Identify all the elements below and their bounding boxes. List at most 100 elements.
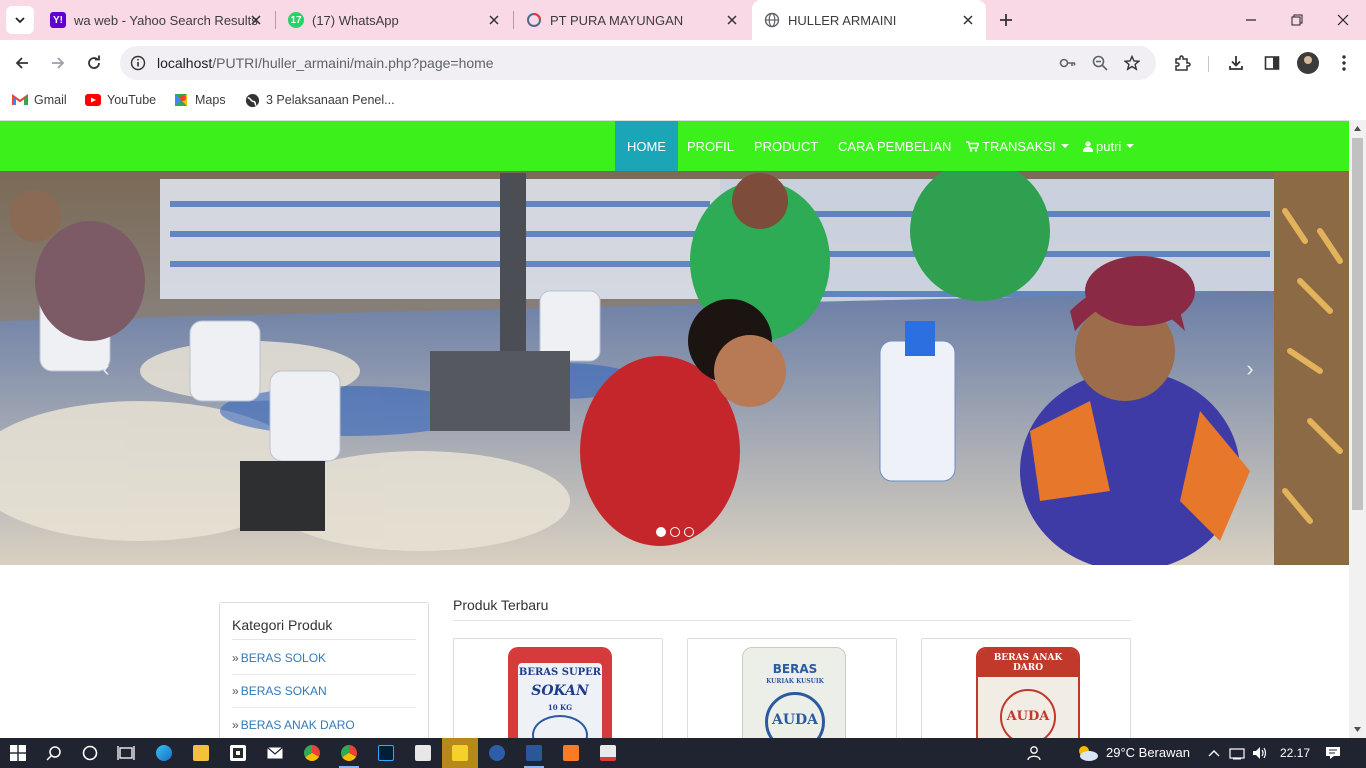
new-tab-button[interactable] xyxy=(996,10,1016,30)
scroll-thumb[interactable] xyxy=(1352,138,1363,510)
tab-title: (17) WhatsApp xyxy=(312,12,399,28)
nav-home[interactable]: HOME xyxy=(615,121,678,171)
taskbar-edge[interactable] xyxy=(146,738,182,768)
weather-cloud-icon[interactable] xyxy=(1074,745,1100,761)
close-tab-icon[interactable] xyxy=(486,12,502,28)
category-link-beras-anak-daro[interactable]: » BERAS ANAK DARO xyxy=(232,708,416,738)
taskbar-store[interactable] xyxy=(220,738,256,768)
task-view-button[interactable] xyxy=(108,738,144,768)
page-viewport: HOME PROFIL PRODUCT CARA PEMBELIAN TRANS… xyxy=(0,120,1349,738)
product-card-kuriak-kusuik[interactable]: BERAS KURIAK KUSUIK AUDA xyxy=(687,638,897,738)
cortana-icon xyxy=(82,745,98,761)
category-link-beras-solok[interactable]: » BERAS SOLOK xyxy=(232,642,416,675)
url-text[interactable]: localhost/PUTRI/huller_armaini/main.php?… xyxy=(157,55,494,71)
download-icon xyxy=(1229,56,1243,70)
windows-logo-icon xyxy=(10,745,26,761)
weather-text[interactable]: 29°C Berawan xyxy=(1106,745,1190,760)
password-key-icon[interactable] xyxy=(1058,53,1078,73)
side-panel-button[interactable] xyxy=(1260,51,1284,75)
bookmark-pelaksanaan[interactable]: 3 Pelaksanaan Penel... xyxy=(244,92,395,108)
start-button[interactable] xyxy=(0,738,36,768)
tab-huller-armaini[interactable]: HULLER ARMAINI xyxy=(752,0,986,40)
minimize-button[interactable] xyxy=(1228,0,1274,40)
folder-icon xyxy=(193,745,209,761)
site-info-icon[interactable] xyxy=(128,53,148,73)
scroll-up-arrow[interactable] xyxy=(1349,120,1366,137)
page-scrollbar[interactable] xyxy=(1349,120,1366,738)
profile-button[interactable] xyxy=(1296,51,1320,75)
bag-brand: AUDA xyxy=(771,712,819,728)
close-tab-icon[interactable] xyxy=(724,12,740,28)
carousel-next-button[interactable]: › xyxy=(1238,356,1262,381)
address-bar[interactable]: localhost/PUTRI/huller_armaini/main.php?… xyxy=(120,46,1156,80)
scroll-down-arrow[interactable] xyxy=(1349,721,1366,738)
restore-button[interactable] xyxy=(1274,0,1320,40)
taskbar-chrome[interactable] xyxy=(294,738,330,768)
carousel-dot-1[interactable] xyxy=(656,527,666,537)
close-tab-icon[interactable] xyxy=(960,12,976,28)
forward-button[interactable] xyxy=(46,51,70,75)
taskbar-clock[interactable]: 22.17 xyxy=(1280,746,1310,760)
carousel-dot-2[interactable] xyxy=(670,527,680,537)
browser-menu-button[interactable] xyxy=(1332,51,1356,75)
product-card-sokan[interactable]: BERAS SUPER SOKAN 10 KG xyxy=(453,638,663,738)
back-button[interactable] xyxy=(10,51,34,75)
divider xyxy=(232,639,416,640)
zoom-icon[interactable] xyxy=(1090,53,1110,73)
globe-icon xyxy=(244,92,260,108)
taskbar-app-blue[interactable] xyxy=(479,738,515,768)
bookmarks-bar: Gmail YouTube Maps 3 Pelaksanaan Penel..… xyxy=(0,86,1366,116)
taskbar-app-red[interactable] xyxy=(590,738,626,768)
close-tab-icon[interactable] xyxy=(248,12,264,28)
tab-pt-pura-mayungan[interactable]: PT PURA MAYUNGAN xyxy=(514,0,750,40)
nav-cara-pembelian[interactable]: CARA PEMBELIAN xyxy=(826,121,963,171)
nav-user-dropdown[interactable]: putri xyxy=(1071,121,1146,171)
carousel-dot-3[interactable] xyxy=(684,527,694,537)
category-link-beras-sokan[interactable]: » BERAS SOKAN xyxy=(232,675,416,708)
nav-profil[interactable]: PROFIL xyxy=(675,121,746,171)
bookmark-star-icon[interactable] xyxy=(1122,53,1142,73)
taskbar-mail[interactable] xyxy=(257,738,293,768)
tab-yahoo-search[interactable]: Y! wa web - Yahoo Search Results xyxy=(38,0,274,40)
product-card-anak-daro[interactable]: BERAS ANAK DARO AUDA xyxy=(921,638,1131,738)
product-image: BERAS ANAK DARO AUDA xyxy=(976,647,1080,738)
taskbar-search-button[interactable] xyxy=(36,738,72,768)
bookmark-maps[interactable]: Maps xyxy=(173,92,226,108)
taskbar-sticky-notes[interactable] xyxy=(442,738,478,768)
taskbar-word[interactable] xyxy=(516,738,552,768)
volume-icon[interactable] xyxy=(1252,745,1268,761)
taskbar-app[interactable] xyxy=(405,738,441,768)
downloads-button[interactable] xyxy=(1224,51,1248,75)
reload-button[interactable] xyxy=(82,51,106,75)
tab-title: PT PURA MAYUNGAN xyxy=(550,12,684,28)
chevron-up-icon[interactable] xyxy=(1206,745,1222,761)
edge-icon xyxy=(156,745,172,761)
bag-label-line2: SOKAN xyxy=(531,683,589,699)
nav-product[interactable]: PRODUCT xyxy=(742,121,830,171)
carousel-prev-button[interactable]: ‹ xyxy=(94,356,118,381)
notifications-icon[interactable] xyxy=(1325,745,1341,761)
window-app-icon xyxy=(415,745,431,761)
bag-weight: 10 KG xyxy=(547,703,573,712)
bookmark-gmail[interactable]: Gmail xyxy=(12,92,67,108)
tab-search-button[interactable] xyxy=(6,6,34,34)
taskbar-xampp[interactable] xyxy=(553,738,589,768)
taskbar-chrome-active[interactable] xyxy=(331,738,367,768)
tab-title: wa web - Yahoo Search Results xyxy=(74,12,258,28)
extensions-button[interactable] xyxy=(1170,51,1194,75)
taskbar-file-explorer[interactable] xyxy=(183,738,219,768)
hero-carousel[interactable]: ‹ › xyxy=(0,171,1349,565)
reload-icon xyxy=(88,55,100,69)
user-icon xyxy=(1083,140,1093,152)
cortana-button[interactable] xyxy=(72,738,108,768)
nav-transaksi-dropdown[interactable]: TRANSAKSI xyxy=(954,121,1081,171)
tab-whatsapp[interactable]: 17 (17) WhatsApp xyxy=(276,0,512,40)
network-icon[interactable] xyxy=(1229,745,1245,761)
products-section-title: Produk Terbaru xyxy=(453,597,549,613)
people-icon[interactable] xyxy=(1026,745,1042,761)
avatar xyxy=(1297,52,1319,74)
taskbar-photoshop[interactable] xyxy=(368,738,404,768)
close-window-button[interactable] xyxy=(1320,0,1366,40)
bookmark-youtube[interactable]: YouTube xyxy=(85,92,156,108)
caret-down-icon xyxy=(1126,144,1135,148)
